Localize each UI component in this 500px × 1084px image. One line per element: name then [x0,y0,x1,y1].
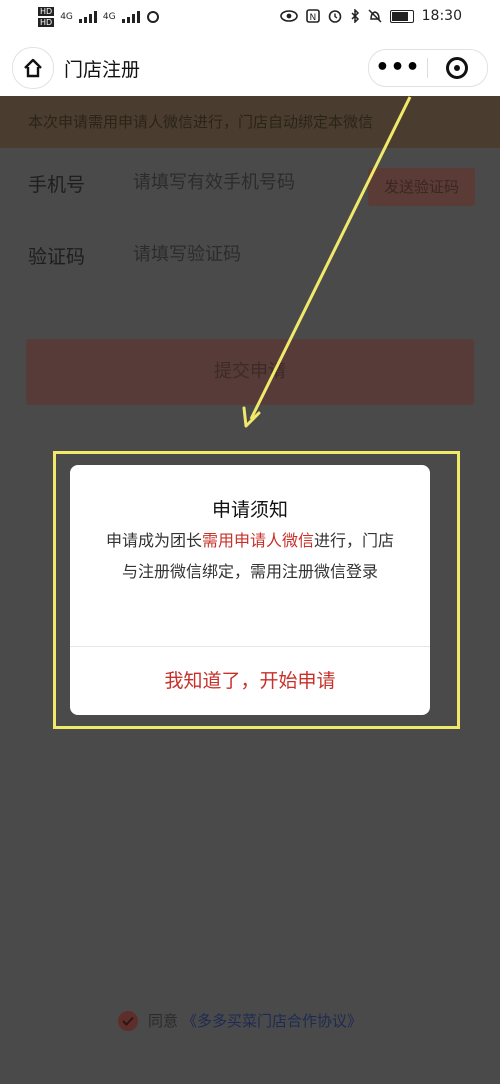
agreement-row: 同意 《多多买菜门店合作协议》 [118,1010,362,1031]
agreement-link[interactable]: 《多多买菜门店合作协议》 [182,1010,362,1031]
agreement-checkbox[interactable] [118,1010,138,1031]
checkmark-icon [122,1016,134,1026]
agreement-text: 同意 [148,1012,179,1030]
dialog-confirm-button[interactable]: 我知道了，开始申请 [70,647,430,715]
dialog-body-pre: 申请成为团长 [105,531,202,550]
dialog-body: 申请成为团长需用申请人微信进行，门店与注册微信绑定，需用注册微信登录 [98,525,402,587]
application-notice-dialog: 申请须知 申请成为团长需用申请人微信进行，门店与注册微信绑定，需用注册微信登录 … [70,465,430,715]
dialog-title: 申请须知 [211,499,288,521]
dialog-body-highlight: 需用申请人微信 [201,531,314,550]
